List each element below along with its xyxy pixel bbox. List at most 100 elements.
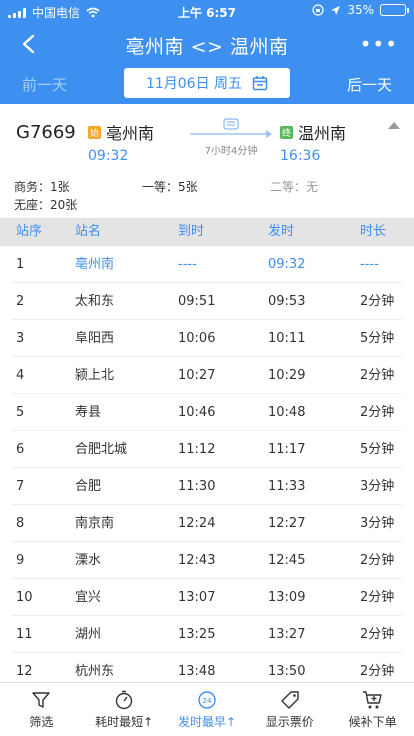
stop-arrive: 10:06 (178, 331, 216, 346)
svg-text:24: 24 (203, 697, 212, 705)
next-day-button[interactable]: 后一天 (347, 74, 392, 95)
travel-duration: 7小时4分钟 (204, 146, 258, 157)
stop-depart: 12:27 (268, 516, 306, 531)
seat-first-class: 一等：5张 (142, 180, 198, 194)
stop-arrive: 10:27 (178, 368, 216, 383)
table-row[interactable]: 9 溧水 12:43 12:45 2分钟 (12, 542, 402, 579)
arrival-time: 16:36 (280, 148, 321, 164)
departure-time: 09:32 (88, 148, 129, 164)
tab-label: 显示票价 (265, 715, 314, 729)
tab-label: 筛选 (29, 715, 54, 729)
stop-seq: 6 (16, 442, 25, 457)
stop-arrive: 10:46 (178, 405, 216, 420)
header-station: 站名 (75, 224, 102, 239)
stop-seq: 9 (16, 553, 25, 568)
stop-depart: 13:50 (268, 664, 306, 679)
tab-label: 候补下单 (348, 715, 397, 729)
stop-arrive: 13:07 (178, 590, 216, 605)
start-tag: 始 (88, 125, 101, 139)
stop-station: 太和东 (75, 294, 115, 309)
stop-seq: 12 (16, 664, 33, 679)
table-row[interactable]: 7 合肥 11:30 11:33 3分钟 (12, 468, 402, 505)
stop-station: 阜阳西 (75, 331, 115, 346)
stop-stay: 2分钟 (360, 664, 395, 679)
tab-filter[interactable]: 筛选 (0, 683, 83, 736)
stop-stay: 5分钟 (360, 331, 395, 346)
table-row[interactable]: 6 合肥北城 11:12 11:17 5分钟 (12, 431, 402, 468)
tab-show-price[interactable]: 显示票价 (248, 683, 331, 736)
table-row[interactable]: 1 亳州南 ---- 09:32 ---- (12, 246, 402, 283)
stop-station: 宜兴 (75, 590, 102, 605)
seat-business: 商务：1张 (14, 180, 70, 194)
stop-seq: 5 (16, 405, 25, 420)
stop-station: 杭州东 (75, 664, 115, 679)
orientation-lock-icon (312, 4, 324, 16)
stop-arrive: 09:51 (178, 294, 216, 309)
stop-seq: 4 (16, 368, 25, 383)
stop-seq: 1 (16, 257, 25, 272)
table-row[interactable]: 3 阜阳西 10:06 10:11 5分钟 (12, 320, 402, 357)
stop-depart: 11:17 (268, 442, 306, 457)
stop-arrive: 13:25 (178, 627, 216, 642)
date-picker[interactable]: 11月06日 周五 (124, 68, 290, 98)
train-info-card: G7669 始 亳州南 09:32 7小时4分钟 终 温州南 16:36 商务：… (0, 104, 414, 218)
header-depart: 发时 (268, 224, 295, 239)
stop-station: 合肥北城 (75, 442, 128, 457)
stop-arrive: 13:48 (178, 664, 216, 679)
table-row[interactable]: 11 湖州 13:25 13:27 2分钟 (12, 616, 402, 653)
arrival-station-name: 温州南 (298, 124, 347, 143)
table-row[interactable]: 10 宜兴 13:07 13:09 2分钟 (12, 579, 402, 616)
departure-station: 始 亳州南 09:32 (88, 120, 154, 164)
cart-icon (362, 691, 382, 709)
location-icon (331, 5, 341, 15)
tab-label: 耗时最短↑ (95, 715, 154, 729)
header: 中国电信 上午 6:57 35% 亳州南 <> 温州南 ••• 前一天 11月0… (0, 0, 414, 104)
stop-seq: 11 (16, 627, 33, 642)
stop-arrive: 12:24 (178, 516, 216, 531)
tab-earliest-departure[interactable]: 24 发时最早↑ (166, 683, 249, 736)
table-row[interactable]: 12 杭州东 13:48 13:50 2分钟 (12, 653, 402, 682)
status-right: 35% (312, 3, 409, 17)
stop-stay: 3分钟 (360, 479, 395, 494)
stop-depart: 09:53 (268, 294, 306, 309)
stops-table[interactable]: 1 亳州南 ---- 09:32 ---- 2 太和东 09:51 09:53 2分钟 3 阜阳西 10… (0, 246, 414, 682)
tab-waitlist-order[interactable]: 候补下单 (331, 683, 414, 736)
departure-station-name: 亳州南 (106, 124, 155, 143)
stop-seq: 7 (16, 479, 25, 494)
stop-seq: 3 (16, 331, 25, 346)
stop-depart: 10:29 (268, 368, 306, 383)
stop-station: 颍上北 (75, 368, 115, 383)
table-row[interactable]: 8 南京南 12:24 12:27 3分钟 (12, 505, 402, 542)
stop-depart: 10:11 (268, 331, 306, 346)
stop-station: 溧水 (75, 553, 102, 568)
stop-stay: 2分钟 (360, 590, 395, 605)
stop-depart: 12:45 (268, 553, 306, 568)
more-button[interactable]: ••• (360, 32, 398, 56)
stop-seq: 2 (16, 294, 25, 309)
page-title: 亳州南 <> 温州南 (125, 36, 289, 58)
stop-stay: 2分钟 (360, 368, 395, 383)
stop-station: 湖州 (75, 627, 102, 642)
table-row[interactable]: 2 太和东 09:51 09:53 2分钟 (12, 283, 402, 320)
train-number: G7669 (16, 122, 76, 143)
stop-stay: 2分钟 (360, 553, 395, 568)
status-bar: 中国电信 上午 6:57 35% (0, 0, 414, 22)
battery-percent: 35% (347, 3, 374, 17)
table-row[interactable]: 5 寿县 10:46 10:48 2分钟 (12, 394, 402, 431)
stop-depart: 13:27 (268, 627, 306, 642)
table-row[interactable]: 4 颍上北 10:27 10:29 2分钟 (12, 357, 402, 394)
stop-depart: 10:48 (268, 405, 306, 420)
stops-table-header: 站序 站名 到时 发时 时长 (0, 218, 414, 246)
prev-day-button[interactable]: 前一天 (22, 74, 67, 95)
stop-depart: 11:33 (268, 479, 306, 494)
collapse-toggle[interactable] (388, 122, 400, 129)
clock-24-icon: 24 (198, 691, 216, 709)
stop-arrive: 12:43 (178, 553, 216, 568)
tab-shortest-duration[interactable]: 耗时最短↑ (83, 683, 166, 736)
stop-station: 亳州南 (75, 257, 115, 272)
filter-icon (32, 692, 51, 708)
stop-station: 寿县 (75, 405, 102, 420)
stop-arrive: 11:30 (178, 479, 216, 494)
selected-date: 11月06日 周五 (145, 76, 243, 92)
stop-depart: 13:09 (268, 590, 306, 605)
